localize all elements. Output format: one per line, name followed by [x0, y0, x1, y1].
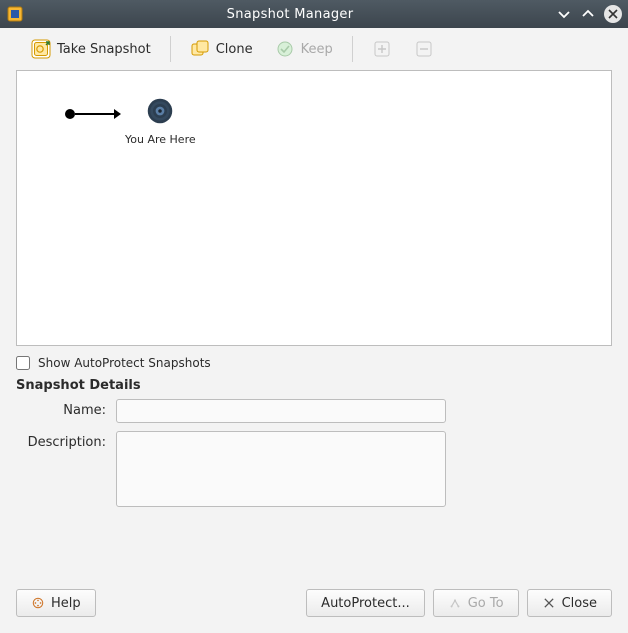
- close-x-icon: [542, 596, 556, 610]
- toolbar: Take Snapshot Clone Keep: [0, 28, 628, 70]
- description-label: Description:: [16, 431, 106, 450]
- help-button[interactable]: Help: [16, 589, 96, 617]
- close-icon[interactable]: [604, 5, 622, 23]
- keep-label: Keep: [301, 42, 333, 57]
- keep-icon: [275, 39, 295, 59]
- titlebar: Snapshot Manager: [0, 0, 628, 28]
- goto-icon: [448, 596, 462, 610]
- description-field[interactable]: [116, 431, 446, 507]
- snapshot-tree[interactable]: You Are Here: [16, 70, 612, 346]
- you-are-here-label: You Are Here: [125, 133, 196, 146]
- tree-arrow-head: [114, 109, 121, 119]
- show-autoprotect-label: Show AutoProtect Snapshots: [38, 356, 211, 370]
- window-title: Snapshot Manager: [24, 7, 556, 22]
- help-label: Help: [51, 596, 81, 611]
- footer: Help AutoProtect... Go To Close: [0, 579, 628, 633]
- clone-label: Clone: [216, 42, 253, 57]
- you-are-here-icon[interactable]: [146, 97, 174, 125]
- take-snapshot-label: Take Snapshot: [57, 42, 151, 57]
- clone-button[interactable]: Clone: [179, 34, 264, 64]
- window-body: Take Snapshot Clone Keep: [0, 28, 628, 633]
- goto-button: Go To: [433, 589, 519, 617]
- snapshot-details-header: Snapshot Details: [0, 376, 628, 399]
- name-label: Name:: [16, 399, 106, 418]
- app-icon: [6, 5, 24, 23]
- take-snapshot-button[interactable]: Take Snapshot: [20, 34, 162, 64]
- name-field[interactable]: [116, 399, 446, 423]
- add-button: [361, 34, 403, 64]
- take-snapshot-icon: [31, 39, 51, 59]
- tree-arrow-line: [75, 113, 115, 115]
- close-button[interactable]: Close: [527, 589, 612, 617]
- toolbar-separator: [170, 36, 171, 62]
- autoprotect-label: AutoProtect...: [321, 596, 410, 611]
- snapshot-details-form: Name: Description:: [0, 399, 628, 507]
- maximize-icon[interactable]: [580, 6, 596, 22]
- autoprotect-button[interactable]: AutoProtect...: [306, 589, 425, 617]
- keep-button: Keep: [264, 34, 344, 64]
- show-autoprotect-checkbox[interactable]: [16, 356, 30, 370]
- show-autoprotect-row: Show AutoProtect Snapshots: [0, 346, 628, 376]
- clone-icon: [190, 39, 210, 59]
- close-label: Close: [562, 596, 597, 611]
- remove-icon: [414, 39, 434, 59]
- minimize-icon[interactable]: [556, 6, 572, 22]
- add-icon: [372, 39, 392, 59]
- remove-button: [403, 34, 445, 64]
- toolbar-separator: [352, 36, 353, 62]
- help-icon: [31, 596, 45, 610]
- tree-root-dot: [65, 109, 75, 119]
- goto-label: Go To: [468, 596, 504, 611]
